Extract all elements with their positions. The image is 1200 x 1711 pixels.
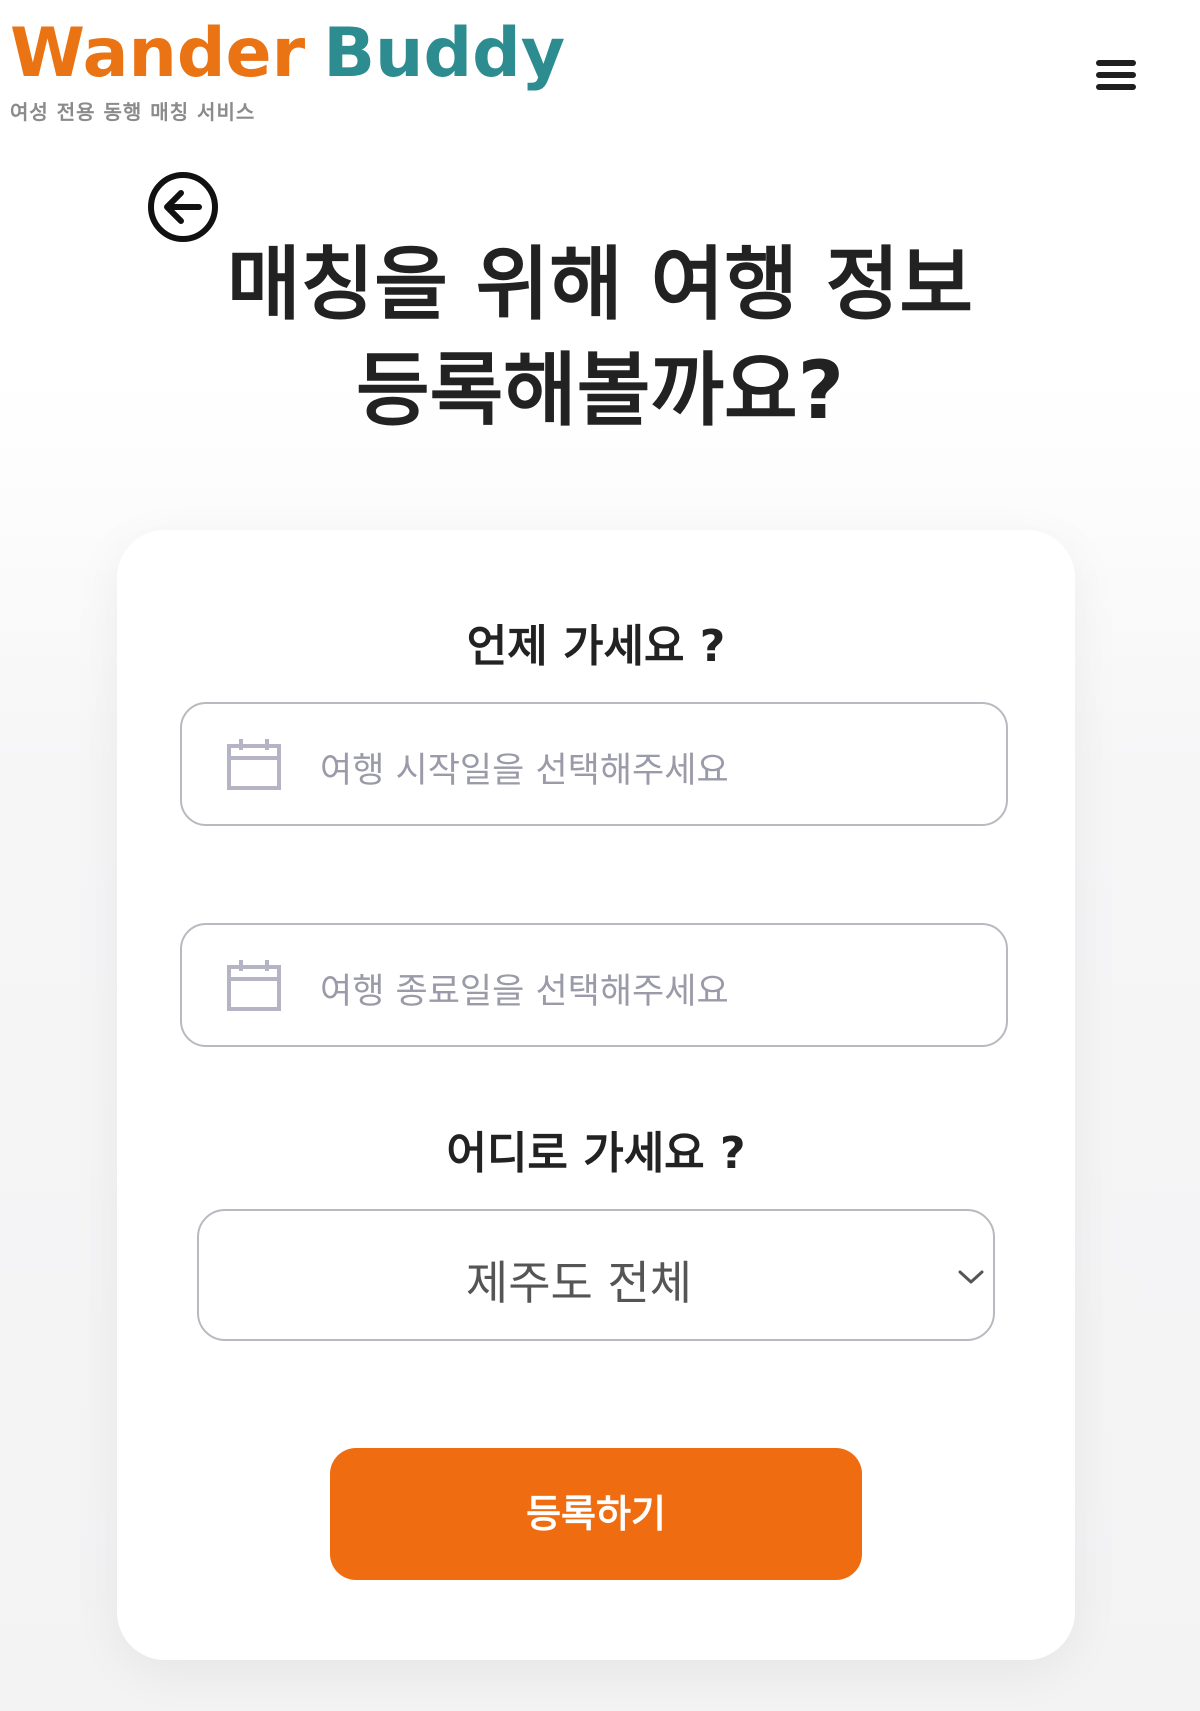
register-button[interactable]: 등록하기	[330, 1448, 862, 1580]
calendar-icon	[227, 739, 281, 790]
where-section-title: 어디로 가세요 ?	[446, 1128, 746, 1179]
menu-bar	[1096, 60, 1136, 66]
hamburger-menu-icon[interactable]	[1096, 60, 1138, 96]
logo-wordmark: Wander Buddy	[10, 14, 565, 94]
end-date-field[interactable]: 여행 종료일을 선택해주세요	[180, 923, 1008, 1047]
when-section-title: 언제 가세요 ?	[466, 621, 726, 672]
logo-wander-text: Wander	[10, 14, 306, 93]
calendar-icon	[227, 960, 281, 1011]
destination-selected-value: 제주도 전체	[465, 1256, 693, 1310]
menu-bar	[1096, 72, 1136, 78]
menu-bar	[1096, 84, 1136, 90]
end-date-placeholder: 여행 종료일을 선택해주세요	[320, 972, 729, 1012]
page-title-line2: 등록해볼까요?	[355, 344, 844, 437]
page-title-line1: 매칭을 위해 여행 정보	[227, 238, 973, 331]
start-date-placeholder: 여행 시작일을 선택해주세요	[320, 751, 729, 791]
destination-select[interactable]: 제주도 전체	[197, 1209, 995, 1341]
start-date-field[interactable]: 여행 시작일을 선택해주세요	[180, 702, 1008, 826]
brand-logo[interactable]: Wander Buddy 여성 전용 동행 매칭 서비스	[10, 14, 565, 125]
chevron-down-icon	[958, 1270, 984, 1284]
trip-form-card: 언제 가세요 ? 여행 시작일을 선택해주세요 여행 종료일을 선택해주세요 어…	[117, 530, 1075, 1660]
app-header: Wander Buddy 여성 전용 동행 매칭 서비스	[0, 0, 1200, 140]
logo-tagline: 여성 전용 동행 매칭 서비스	[10, 100, 256, 124]
page-title: 매칭을 위해 여행 정보 등록해볼까요?	[0, 232, 1200, 444]
logo-buddy-text: Buddy	[323, 14, 566, 93]
